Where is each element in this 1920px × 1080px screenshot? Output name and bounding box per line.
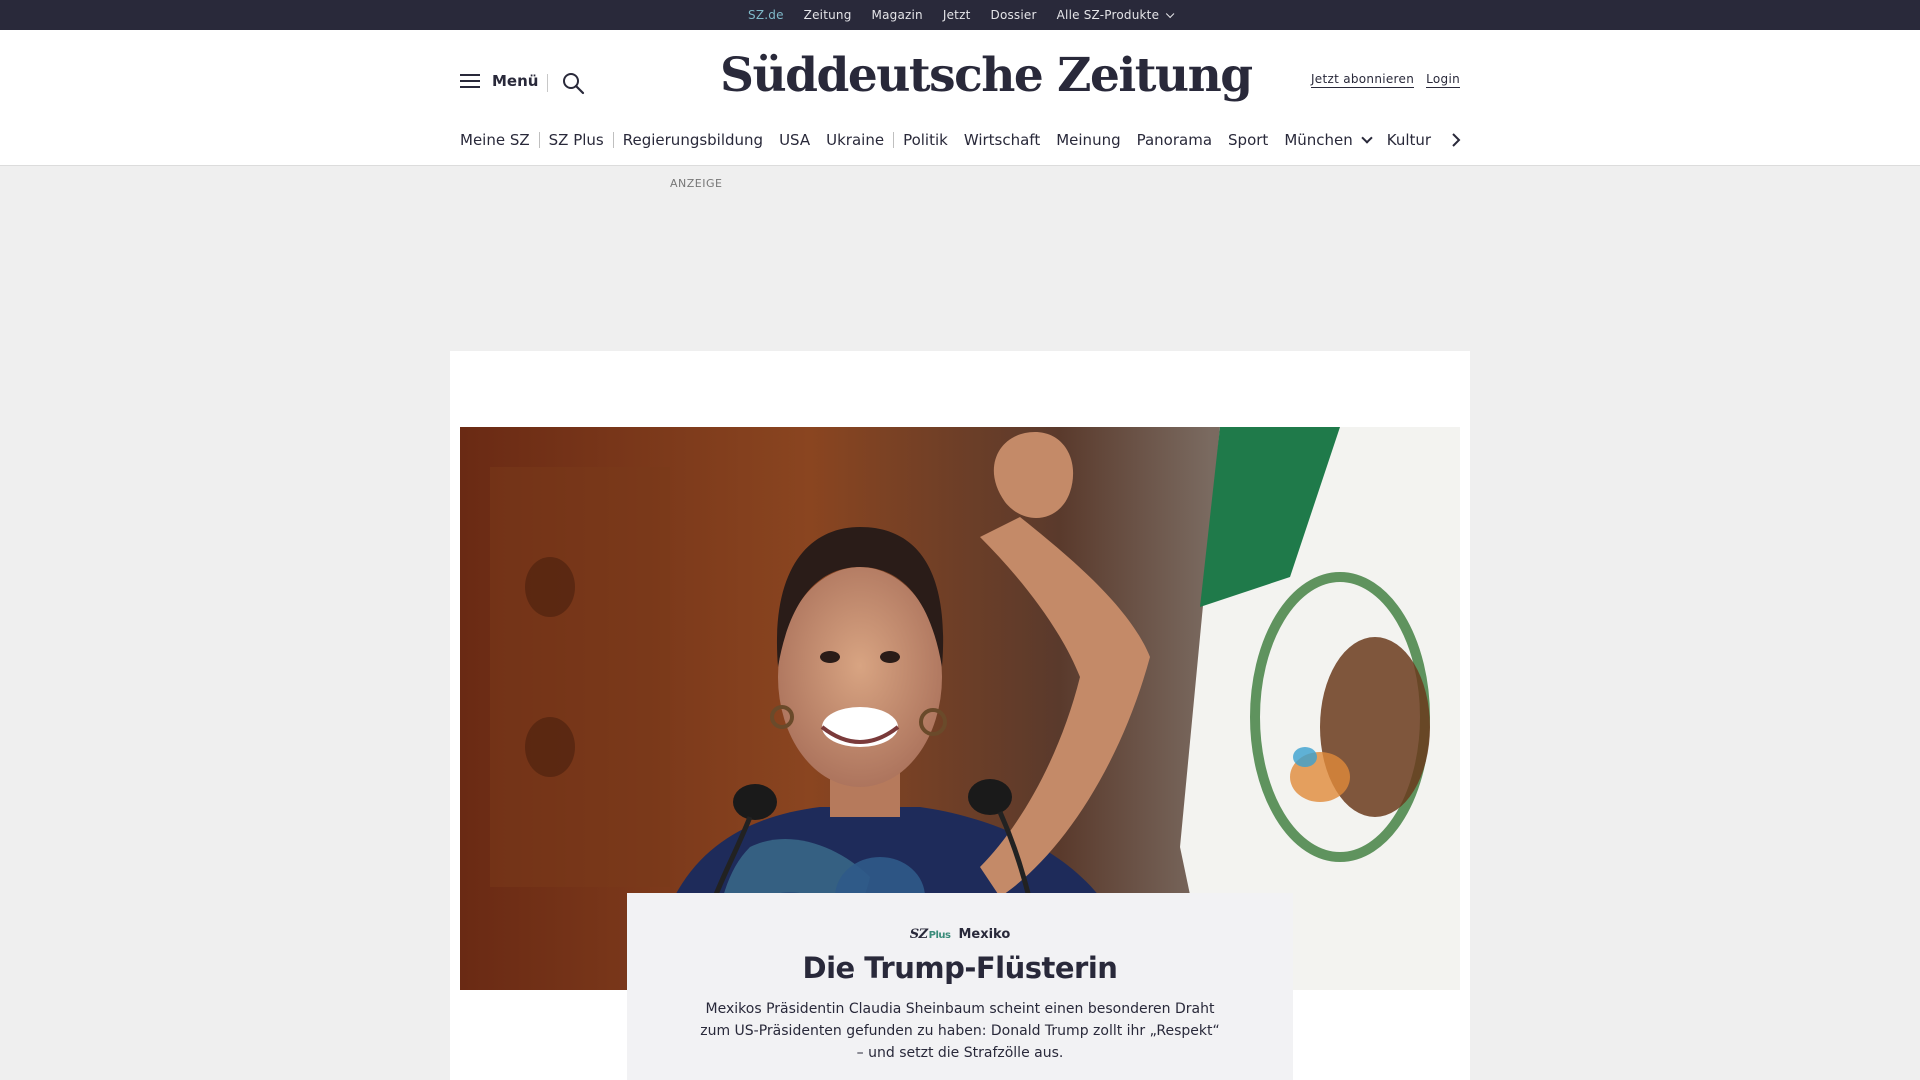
nav-item-sz-plus[interactable]: SZ Plus xyxy=(549,131,604,149)
nav-item-kultur[interactable]: Kultur xyxy=(1387,131,1431,149)
sz-plus-suffix: Plus xyxy=(928,930,951,941)
header-divider xyxy=(547,74,548,92)
main-nav: Meine SZ SZ Plus Regierungsbildung USA U… xyxy=(460,130,1431,150)
menu-label: Menü xyxy=(492,72,539,90)
topbar-link-alle-produkte-label: Alle SZ-Produkte xyxy=(1056,8,1160,22)
chevron-down-icon xyxy=(1166,9,1175,19)
top-bar: SZ.de Zeitung Magazin Jetzt Dossier Alle… xyxy=(0,0,1920,34)
site-logo[interactable]: Süddeutsche Zeitung xyxy=(720,48,1253,103)
nav-item-politik[interactable]: Politik xyxy=(903,131,948,149)
nav-item-panorama[interactable]: Panorama xyxy=(1137,131,1212,149)
nav-item-meinung[interactable]: Meinung xyxy=(1056,131,1120,149)
nav-item-sport[interactable]: Sport xyxy=(1228,131,1268,149)
sz-plus-brand: SZ xyxy=(909,927,928,942)
teaser-topic: Mexiko xyxy=(958,927,1011,942)
sz-plus-logo: SZPlus xyxy=(910,927,951,942)
topbar-link-magazin[interactable]: Magazin xyxy=(872,8,923,22)
top-bar-links: SZ.de Zeitung Magazin Jetzt Dossier Alle… xyxy=(748,0,1191,34)
nav-divider xyxy=(893,132,895,148)
topbar-link-jetzt[interactable]: Jetzt xyxy=(943,8,971,22)
nav-item-ukraine[interactable]: Ukraine xyxy=(826,131,884,149)
nav-item-muenchen[interactable]: München xyxy=(1284,131,1373,149)
topbar-link-alle-produkte[interactable]: Alle SZ-Produkte xyxy=(1056,8,1175,22)
topbar-link-dossier[interactable]: Dossier xyxy=(991,8,1037,22)
search-icon[interactable] xyxy=(561,71,585,95)
nav-item-wirtschaft[interactable]: Wirtschaft xyxy=(964,131,1040,149)
nav-item-regierungsbildung[interactable]: Regierungsbildung xyxy=(623,131,763,149)
subscribe-link[interactable]: Jetzt abonnieren xyxy=(1310,72,1415,88)
hamburger-icon xyxy=(460,73,480,89)
topbar-link-szde[interactable]: SZ.de xyxy=(748,8,784,34)
chevron-down-icon xyxy=(1361,131,1373,144)
nav-divider xyxy=(538,132,540,148)
nav-item-usa[interactable]: USA xyxy=(779,131,810,149)
teaser-headline[interactable]: Die Trump-Flüsterin xyxy=(627,951,1293,985)
site-header: Menü Süddeutsche Zeitung Jetzt abonniere… xyxy=(0,30,1920,166)
nav-item-muenchen-label: München xyxy=(1284,131,1353,149)
teaser-kicker: SZPlus Mexiko xyxy=(627,927,1293,942)
teaser-summary: Mexikos Präsidentin Claudia Sheinbaum sc… xyxy=(700,1001,1220,1061)
account-links: Jetzt abonnieren Login xyxy=(1299,72,1460,88)
menu-button[interactable]: Menü xyxy=(460,72,538,90)
nav-item-meine-sz[interactable]: Meine SZ xyxy=(460,131,530,149)
login-link[interactable]: Login xyxy=(1426,72,1460,88)
chevron-right-icon[interactable] xyxy=(1448,132,1464,148)
nav-divider xyxy=(612,132,614,148)
topbar-link-zeitung[interactable]: Zeitung xyxy=(804,8,852,22)
article-teaser[interactable]: SZPlus Mexiko Die Trump-Flüsterin Mexiko… xyxy=(627,893,1293,1080)
ad-label: ANZEIGE xyxy=(670,177,723,190)
